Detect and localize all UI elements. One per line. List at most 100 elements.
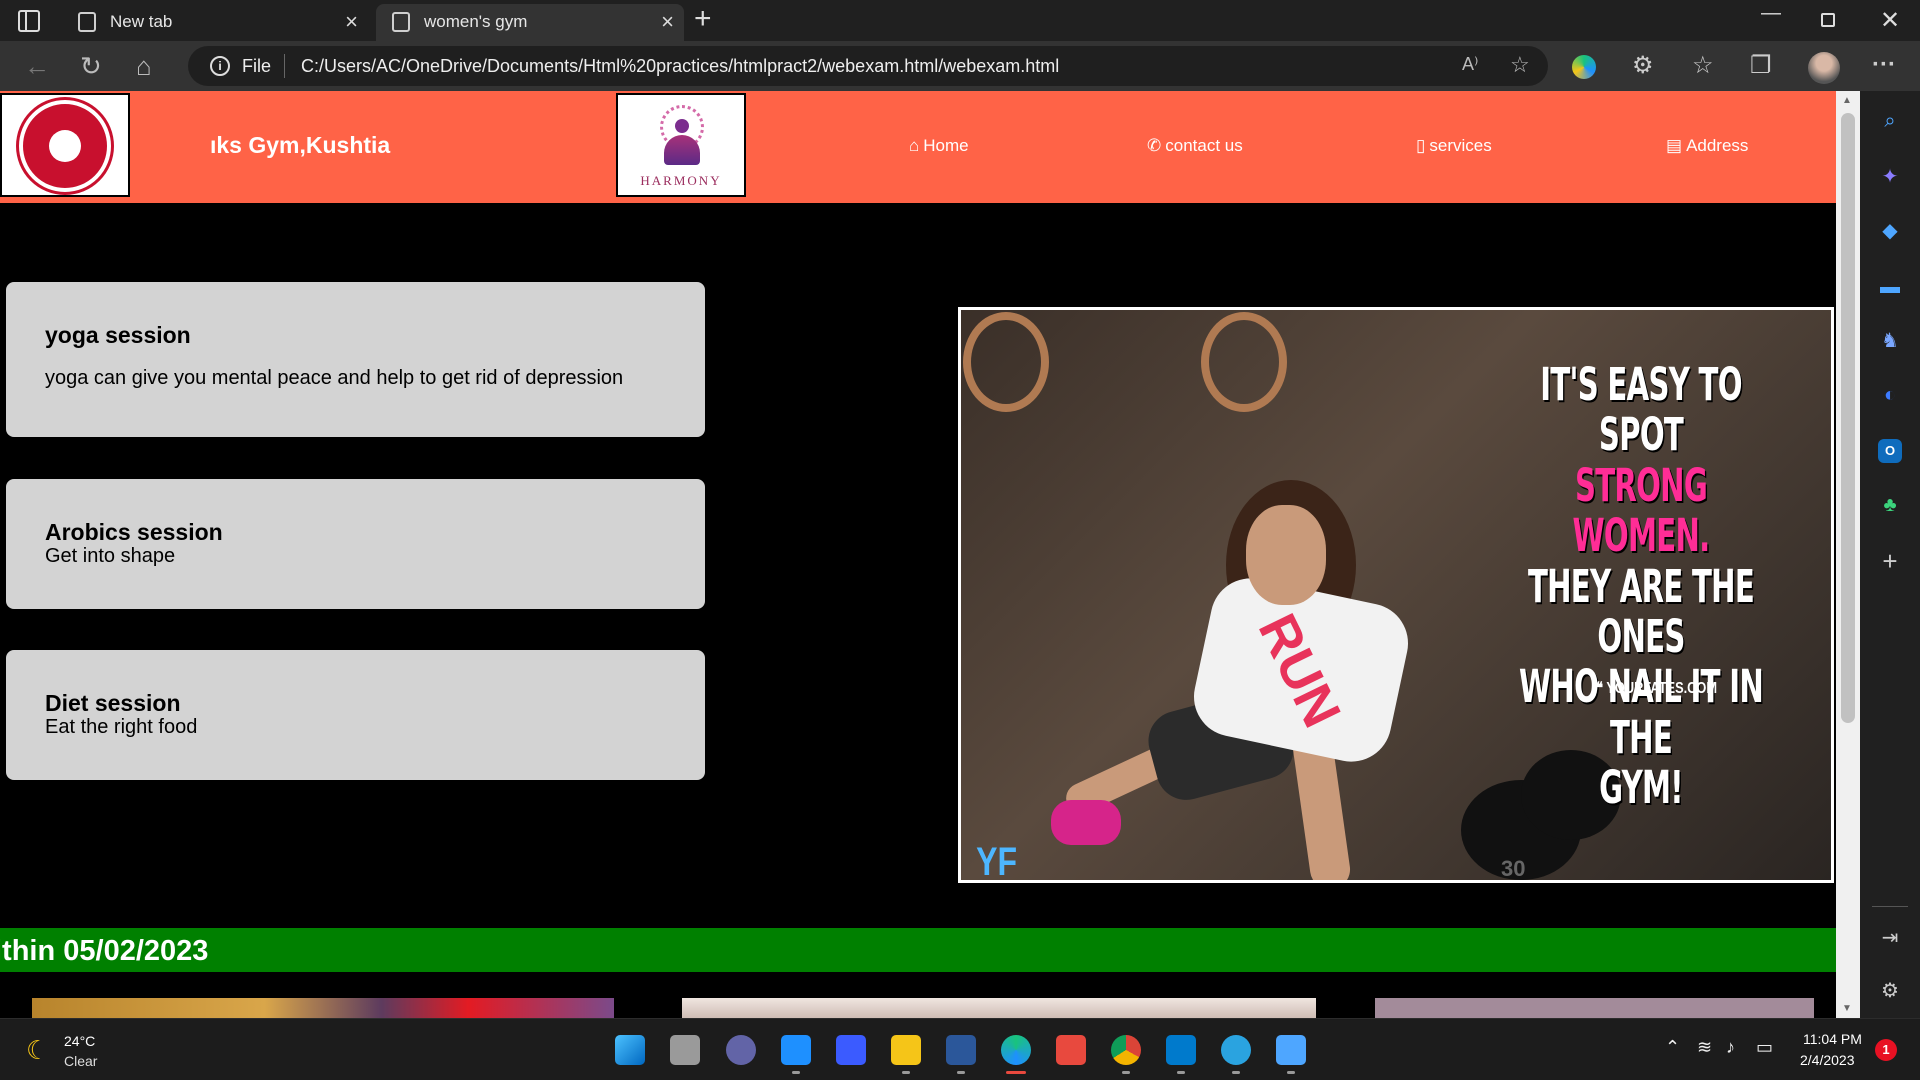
outlook-icon[interactable]: O: [1878, 439, 1902, 463]
gallery-image-2: [682, 998, 1316, 1018]
clock-time[interactable]: 11:04 PM: [1803, 1031, 1862, 1047]
marquee-banner: ithin 05/02/2023: [0, 928, 1836, 972]
nav-services[interactable]: ▯ services: [1416, 136, 1492, 156]
search-icon[interactable]: ⌕: [1878, 109, 1902, 133]
session-title: Diet session: [45, 690, 181, 716]
tab-strip: New tab × women's gym × + — ✕: [0, 0, 1920, 41]
nav-address-label: Address: [1686, 136, 1749, 155]
tree-icon[interactable]: ♣: [1878, 493, 1902, 517]
close-icon[interactable]: ×: [345, 9, 358, 35]
meditation-icon: [658, 103, 706, 169]
tab-new-tab[interactable]: New tab ×: [62, 4, 368, 41]
tab-label: women's gym: [424, 12, 528, 31]
info-icon[interactable]: i: [210, 56, 230, 76]
chevron-up-icon[interactable]: ⌃: [1665, 1037, 1680, 1058]
games-icon[interactable]: ♞: [1878, 329, 1902, 353]
scroll-thumb[interactable]: [1841, 113, 1855, 723]
profile-avatar[interactable]: [1808, 52, 1840, 84]
volume-icon[interactable]: ♪: [1726, 1037, 1735, 1058]
extensions-icon[interactable]: ⚙: [1632, 51, 1654, 80]
quote-line: THEY ARE THE ONES: [1527, 559, 1755, 663]
hide-sidebar-icon[interactable]: ⇥: [1878, 926, 1902, 950]
gallery-image-food: [32, 998, 614, 1018]
file-explorer-icon[interactable]: [891, 1035, 921, 1065]
photos-icon[interactable]: [1276, 1035, 1306, 1065]
tab-womens-gym[interactable]: women's gym ×: [376, 4, 684, 41]
phone-icon: ✆: [1147, 136, 1162, 155]
edge-icon[interactable]: [1001, 1035, 1031, 1065]
nav-services-label: services: [1429, 136, 1492, 155]
document-icon: ▯: [1416, 136, 1426, 155]
sparkle-icon[interactable]: ✦: [1878, 165, 1902, 189]
reload-button[interactable]: ↻: [80, 51, 102, 82]
tag-icon[interactable]: ◆: [1878, 219, 1902, 243]
start-icon[interactable]: [615, 1035, 645, 1065]
battery-icon[interactable]: ▭: [1756, 1037, 1773, 1058]
back-button[interactable]: ←: [24, 51, 50, 82]
read-aloud-icon[interactable]: A⁾: [1462, 54, 1478, 75]
watermark: YF: [976, 840, 1018, 883]
close-window-button[interactable]: ✕: [1880, 6, 1900, 35]
tab-actions-icon[interactable]: [18, 10, 40, 32]
session-card-aerobics: Arobics session Get into shape: [6, 479, 705, 609]
new-tab-button[interactable]: +: [694, 2, 712, 36]
add-favorite-icon[interactable]: ☆: [1510, 52, 1530, 78]
weather-condition[interactable]: Clear: [64, 1053, 97, 1069]
divider: [284, 54, 285, 78]
gallery-image-3: [1375, 998, 1814, 1018]
restore-button[interactable]: [1821, 13, 1835, 27]
quote-line: IT'S EASY TO SPOT: [1540, 358, 1742, 462]
page-scrollbar[interactable]: ▲ ▼: [1836, 91, 1860, 1018]
home-icon: ⌂: [909, 136, 920, 155]
notification-badge[interactable]: 1: [1875, 1039, 1897, 1061]
address-bar[interactable]: i File C:/Users/AC/OneDrive/Documents/Ht…: [188, 46, 1548, 86]
minimize-button[interactable]: —: [1761, 2, 1781, 25]
more-menu-icon[interactable]: ···: [1872, 51, 1896, 79]
matlab-icon[interactable]: [1056, 1035, 1086, 1065]
tools-icon[interactable]: ▬: [1878, 275, 1902, 299]
gear-icon[interactable]: ⚙: [1878, 979, 1902, 1003]
id-card-icon: ▤: [1666, 136, 1683, 155]
home-button[interactable]: ⌂: [136, 51, 152, 82]
moon-icon[interactable]: ☾: [26, 1035, 49, 1066]
session-card-yoga: yoga session yoga can give you mental pe…: [6, 282, 705, 437]
taskbar: ☾ 24°C Clear ⌃ ≋ ♪ ▭ 11:04 PM 2/4/2023 1: [0, 1018, 1920, 1080]
close-icon[interactable]: ×: [661, 9, 674, 35]
word-icon[interactable]: [946, 1035, 976, 1065]
scroll-down-arrow-icon[interactable]: ▼: [1842, 1003, 1852, 1014]
nav-home[interactable]: ⌂ Home: [909, 136, 969, 156]
page-icon: [392, 12, 410, 32]
scroll-up-arrow-icon[interactable]: ▲: [1842, 95, 1852, 106]
clock-date[interactable]: 2/4/2023: [1800, 1052, 1855, 1068]
harmony-logo-text: HARMONY: [640, 173, 722, 188]
vscode-icon[interactable]: [1166, 1035, 1196, 1065]
add-icon[interactable]: +: [1878, 548, 1902, 574]
nav-contact-us[interactable]: ✆ contact us: [1147, 136, 1243, 156]
nav-address[interactable]: ▤ Address: [1666, 136, 1748, 156]
divider: [1872, 906, 1908, 907]
telegram-icon[interactable]: [1221, 1035, 1251, 1065]
editor-app-icon[interactable]: [836, 1035, 866, 1065]
gym-ring-icon: [1201, 312, 1287, 412]
marquee-text: ithin 05/02/2023: [0, 935, 209, 967]
chrome-icon[interactable]: [1111, 1035, 1141, 1065]
office-icon[interactable]: ◐: [1878, 383, 1902, 407]
chat-icon[interactable]: [726, 1035, 756, 1065]
nav-home-label: Home: [923, 136, 969, 155]
favorites-icon[interactable]: ☆: [1692, 51, 1714, 80]
harmony-logo: HARMONY: [616, 93, 746, 197]
session-title: Arobics session: [45, 519, 223, 545]
weather-temperature[interactable]: 24°C: [64, 1033, 95, 1049]
new-tab-page-icon: [78, 12, 96, 32]
woman-exercising: [1051, 460, 1421, 880]
kettlebell-number: 30: [1501, 856, 1526, 881]
mail-icon[interactable]: [781, 1035, 811, 1065]
page-viewport: ıks Gym,Kushtia HARMONY ⌂ Home ✆ contact u…: [0, 91, 1836, 1018]
url-text[interactable]: C:/Users/AC/OneDrive/Documents/Html%20pr…: [301, 56, 1059, 77]
collections-icon[interactable]: ❐: [1750, 51, 1772, 80]
gym-seal-icon: [19, 100, 111, 192]
wifi-icon[interactable]: ≋: [1697, 1037, 1712, 1058]
session-description: Eat the right food: [45, 716, 198, 738]
task-view-icon[interactable]: [670, 1035, 700, 1065]
browser-essentials-icon[interactable]: [1572, 55, 1596, 79]
